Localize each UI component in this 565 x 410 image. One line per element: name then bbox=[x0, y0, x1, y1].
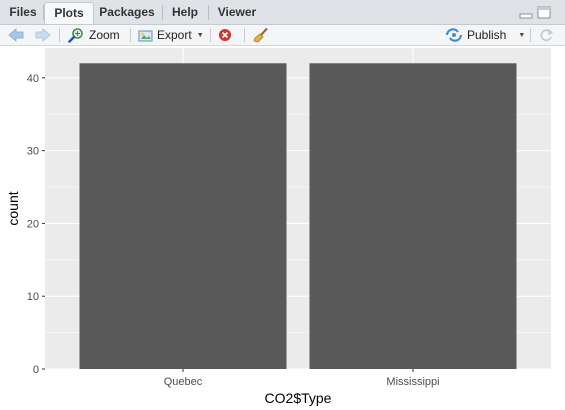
x-tick-label: Quebec bbox=[164, 376, 203, 388]
x-tick-label: Mississippi bbox=[386, 376, 439, 388]
toolbar-divider bbox=[244, 28, 245, 42]
publish-button[interactable]: Publish ▼ bbox=[445, 26, 525, 44]
tab-plots[interactable]: Plots bbox=[44, 2, 94, 24]
zoom-button[interactable]: Zoom bbox=[68, 26, 120, 44]
pane-tab-bar: Files Plots Packages Help Viewer bbox=[0, 0, 565, 25]
clear-all-plots-button[interactable] bbox=[253, 26, 269, 44]
remove-plot-button[interactable] bbox=[218, 26, 232, 44]
tab-divider bbox=[162, 5, 163, 20]
toolbar-divider bbox=[530, 28, 531, 42]
y-axis: 0 10 20 30 40 bbox=[27, 73, 45, 376]
publish-dropdown-caret-icon[interactable]: ▼ bbox=[518, 32, 525, 39]
broom-icon bbox=[253, 27, 268, 43]
tab-divider bbox=[208, 5, 209, 20]
toolbar-divider bbox=[59, 28, 60, 42]
back-arrow-icon bbox=[8, 28, 24, 42]
x-axis-title: CO2$Type bbox=[265, 390, 332, 406]
minimize-icon[interactable] bbox=[519, 6, 534, 20]
export-dropdown-caret-icon: ▼ bbox=[196, 31, 204, 39]
refresh-icon bbox=[540, 28, 553, 41]
y-tick-label: 40 bbox=[27, 73, 39, 85]
forward-button[interactable] bbox=[35, 26, 51, 44]
refresh-button[interactable] bbox=[539, 26, 553, 44]
toolbar-divider bbox=[130, 28, 131, 42]
y-tick-label: 0 bbox=[33, 364, 39, 376]
y-tick-label: 30 bbox=[27, 146, 39, 158]
plot-viewer: 0 10 20 30 40 Quebec Mississippi CO2$Type cou… bbox=[0, 46, 565, 410]
bar bbox=[309, 63, 517, 370]
export-label: Export bbox=[157, 28, 192, 42]
tab-viewer[interactable]: Viewer bbox=[212, 2, 262, 23]
publish-icon bbox=[445, 28, 463, 42]
tab-files[interactable]: Files bbox=[4, 2, 42, 23]
zoom-icon bbox=[68, 28, 83, 43]
bar-chart: 0 10 20 30 40 Quebec Mississippi CO2$Type cou… bbox=[5, 48, 551, 406]
y-axis-title: count bbox=[5, 191, 21, 225]
plot-toolbar: Zoom Export ▼ Publish ▼ bbox=[0, 25, 565, 46]
bar bbox=[79, 63, 287, 370]
tab-help[interactable]: Help bbox=[166, 2, 204, 23]
back-button[interactable] bbox=[8, 26, 24, 44]
remove-plot-icon bbox=[219, 29, 231, 41]
toolbar-divider bbox=[210, 28, 211, 42]
x-axis: Quebec Mississippi bbox=[164, 369, 440, 388]
publish-label: Publish bbox=[467, 28, 507, 42]
zoom-label: Zoom bbox=[89, 28, 120, 42]
forward-arrow-icon bbox=[35, 28, 51, 42]
tab-packages[interactable]: Packages bbox=[95, 2, 159, 23]
export-menu-button[interactable]: Export ▼ bbox=[138, 26, 204, 44]
y-tick-label: 20 bbox=[27, 218, 39, 230]
maximize-icon[interactable] bbox=[537, 6, 552, 20]
y-tick-label: 10 bbox=[27, 291, 39, 303]
export-icon bbox=[138, 30, 153, 42]
